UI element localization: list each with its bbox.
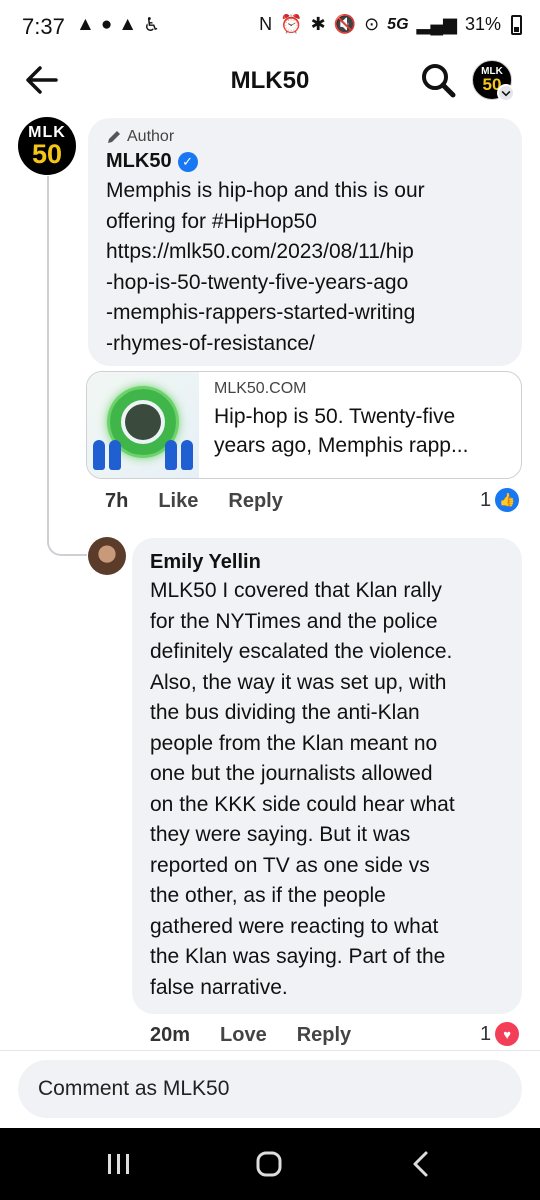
nfc-icon: N bbox=[259, 14, 273, 34]
home-button[interactable] bbox=[238, 1146, 298, 1182]
bluetooth-icon: ✱ bbox=[310, 14, 326, 34]
author-badge-label: Author bbox=[127, 128, 175, 145]
link-title: Hip-hop is 50. Twenty-five years ago, Me… bbox=[214, 402, 510, 460]
back-icon bbox=[413, 1151, 428, 1177]
verified-badge-icon: ✓ bbox=[177, 151, 198, 172]
chevron-down-icon bbox=[497, 84, 515, 102]
comment-line: definitely escalated the violence. bbox=[150, 640, 453, 663]
love-button[interactable]: Love bbox=[220, 1024, 267, 1047]
alarm-icon: ⏰ bbox=[280, 14, 303, 34]
thumbnail-vase bbox=[165, 440, 177, 470]
network-type: 5G bbox=[387, 15, 409, 33]
comment-line: the Klan was saying. Part of the bbox=[150, 945, 446, 968]
comment-actions: 20m Love Reply bbox=[150, 1024, 381, 1047]
comment-line: people from the Klan meant no bbox=[150, 731, 438, 755]
battery-percent: 31% bbox=[464, 14, 501, 34]
status-bar: 7:37 ▲ ● ▲ ♿ N ⏰ ✱ 🔇 ⊙ 5G ▂▄▆ 31% bbox=[0, 0, 540, 52]
heart-icon: ♥ bbox=[495, 1022, 520, 1046]
status-system-icons: N ⏰ ✱ 🔇 ⊙ 5G ▂▄▆ 31% bbox=[259, 14, 522, 35]
reaction-count: 1 bbox=[480, 1022, 492, 1045]
comment-link-line[interactable]: -memphis-rappers-started-writing bbox=[106, 298, 516, 329]
status-time: 7:37 bbox=[22, 14, 65, 39]
comment-author-name: MLK50 bbox=[106, 150, 172, 172]
comment-line: false narrative. bbox=[150, 975, 288, 999]
accessibility-icon: ♿ bbox=[143, 15, 161, 36]
comment-link-line[interactable]: -hop-is-50-twenty-five-years-ago bbox=[106, 268, 516, 299]
avatar[interactable]: MLK 50 bbox=[18, 117, 76, 175]
link-title-line: years ago, Memphis rapp... bbox=[214, 434, 469, 457]
recent-apps-icon bbox=[108, 1154, 129, 1174]
recent-apps-button[interactable] bbox=[88, 1146, 148, 1182]
avatar-logo-line2: 50 bbox=[31, 139, 63, 169]
search-icon bbox=[422, 64, 456, 98]
link-preview-card[interactable]: MLK50.COM Hip-hop is 50. Twenty-five yea… bbox=[86, 371, 522, 479]
profile-switcher[interactable]: MLK 50 bbox=[472, 60, 515, 102]
comment-line[interactable]: offering for #HipHop50 bbox=[106, 207, 516, 238]
reaction-summary[interactable]: 1 👍 bbox=[480, 488, 520, 512]
search-button[interactable] bbox=[418, 60, 458, 100]
author-badge: Author bbox=[106, 128, 174, 146]
thumbs-up-icon: 👍 bbox=[495, 488, 520, 512]
system-nav-bar bbox=[0, 1128, 540, 1200]
comment-line: reported on TV as one side vs bbox=[150, 853, 430, 877]
comment-author[interactable]: MLK50 ✓ bbox=[106, 150, 198, 173]
reply-bubble[interactable]: Emily Yellin MLK50 I covered that Klan r… bbox=[132, 538, 522, 1014]
comment-line: gathered were reacting to what bbox=[150, 914, 439, 938]
comment-time[interactable]: 7h bbox=[105, 490, 128, 513]
comment-input[interactable] bbox=[18, 1060, 522, 1118]
comment-time[interactable]: 20m bbox=[150, 1024, 190, 1047]
avatar[interactable] bbox=[88, 537, 126, 575]
system-back-button[interactable] bbox=[390, 1146, 450, 1182]
status-notification-icons: ▲ ● ▲ ♿ bbox=[76, 14, 160, 37]
location-icon: ⊙ bbox=[364, 14, 380, 34]
reaction-count: 1 bbox=[480, 488, 492, 511]
comment-line: for the NYTimes and the police bbox=[150, 609, 438, 633]
navigation-arrow-icon: ▲ bbox=[76, 14, 95, 35]
like-button[interactable]: Like bbox=[158, 490, 198, 513]
comment-line: Memphis is hip-hop and this is our bbox=[106, 179, 425, 202]
thread-connector bbox=[47, 176, 87, 556]
signal-icon: ▂▄▆ bbox=[416, 14, 457, 34]
thumbnail-vase bbox=[109, 440, 121, 470]
app-header: MLK50 MLK 50 bbox=[0, 52, 540, 108]
thumbnail-vase bbox=[181, 440, 193, 470]
navigation-arrow-icon: ▲ bbox=[118, 14, 138, 35]
pencil-icon bbox=[108, 131, 120, 143]
comment-line: MLK50 I covered that Klan rally bbox=[150, 579, 442, 602]
link-thumbnail bbox=[87, 372, 199, 478]
link-domain: MLK50.COM bbox=[214, 380, 307, 397]
mute-icon: 🔇 bbox=[333, 14, 357, 34]
comment-line: the other, as if the people bbox=[150, 884, 386, 907]
comment-link-line[interactable]: -rhymes-of-resistance/ bbox=[106, 329, 516, 360]
comment-bubble[interactable]: Author MLK50 ✓ Memphis is hip-hop and th… bbox=[88, 118, 522, 366]
comment-line: Also, the way it was set up, with bbox=[150, 670, 447, 694]
comment-line: the bus dividing the anti-Klan bbox=[150, 701, 420, 724]
comment-text: Memphis is hip-hop and this is our offer… bbox=[106, 176, 516, 359]
comment-link-line[interactable]: https://mlk50.com/2023/08/11/hip bbox=[106, 237, 516, 268]
thumbnail-portrait bbox=[125, 404, 161, 440]
reply-button[interactable]: Reply bbox=[228, 490, 282, 513]
comment-line: on the KKK side could hear what bbox=[150, 792, 455, 816]
page-title: MLK50 bbox=[230, 67, 310, 94]
comment-text: MLK50 I covered that Klan rally for the … bbox=[150, 576, 518, 1003]
comment-actions: 7h Like Reply bbox=[105, 490, 313, 513]
thumbnail-vase bbox=[93, 440, 105, 470]
reply-button[interactable]: Reply bbox=[297, 1024, 351, 1047]
home-icon bbox=[256, 1151, 282, 1177]
link-title-line: Hip-hop is 50. Twenty-five bbox=[214, 405, 456, 428]
reaction-summary[interactable]: 1 ♥ bbox=[480, 1022, 520, 1046]
battery-icon bbox=[511, 14, 522, 35]
comment-author-name[interactable]: Emily Yellin bbox=[150, 551, 261, 574]
comment-line: they were saying. But it was bbox=[150, 823, 411, 846]
divider bbox=[0, 1050, 540, 1051]
comment-line: one but the journalists allowed bbox=[150, 762, 433, 785]
messenger-icon: ● bbox=[100, 14, 113, 35]
